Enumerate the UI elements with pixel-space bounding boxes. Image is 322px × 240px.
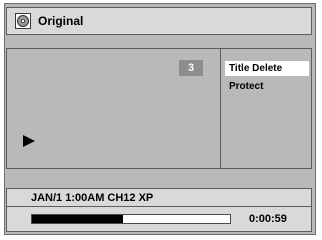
status-bar: JAN/1 1:00AM CH12 XP <box>6 188 312 207</box>
content-panel: 3 Title Delete Protect <box>6 48 312 169</box>
play-icon <box>23 135 35 147</box>
page-title: Original <box>38 14 84 28</box>
playback-row: 0:00:59 <box>6 207 312 232</box>
menu-item-title-delete[interactable]: Title Delete <box>225 61 309 76</box>
menu-item-protect[interactable]: Protect <box>225 79 309 94</box>
title-number-badge: 3 <box>179 60 203 76</box>
progress-bar <box>31 214 231 224</box>
progress-fill <box>32 215 124 223</box>
recording-info: JAN/1 1:00AM CH12 XP <box>31 192 154 204</box>
preview-area: 3 <box>7 49 221 168</box>
disc-icon <box>15 13 31 29</box>
elapsed-time: 0:00:59 <box>249 213 287 225</box>
context-menu: Title Delete Protect <box>221 49 311 168</box>
header-bar: Original <box>6 7 312 35</box>
